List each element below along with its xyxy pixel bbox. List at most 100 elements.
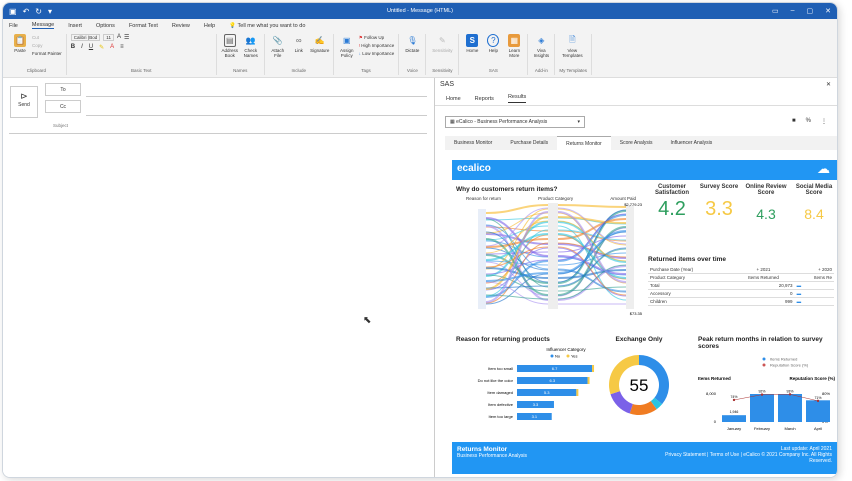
- ribbon-tab-options[interactable]: Options: [96, 23, 115, 29]
- ribbon-display-icon[interactable]: ▭: [772, 7, 779, 15]
- signature-button[interactable]: ✍ Signature: [310, 34, 329, 53]
- reason-bar-yes[interactable]: [576, 389, 579, 396]
- sas-tab-home[interactable]: Home: [446, 96, 461, 102]
- underline-icon[interactable]: U: [89, 44, 93, 51]
- report-tab-business-monitor[interactable]: Business Monitor: [445, 136, 501, 150]
- maximize-icon[interactable]: ▢: [807, 7, 814, 15]
- close-pane-icon[interactable]: ✕: [826, 81, 831, 88]
- table-header-row: Purchase Date (Year) + 2021 + 2020: [648, 266, 834, 274]
- left-axis-title: Items Returned: [698, 376, 731, 381]
- items-returned-header: Items Returned: [732, 273, 795, 282]
- bold-icon[interactable]: B: [71, 44, 75, 51]
- font-select[interactable]: Calibri (Bod: [70, 34, 101, 41]
- tell-me-search[interactable]: 💡 Tell me what you want to do: [229, 23, 305, 29]
- year-2021-header[interactable]: + 2021: [732, 266, 795, 274]
- sensitivity-button[interactable]: ✎ Sensitivity: [430, 34, 454, 53]
- dictate-button[interactable]: 🎙 Dictate: [403, 34, 421, 53]
- year-2020-header[interactable]: + 2020: [794, 266, 834, 274]
- link-button[interactable]: ∞ Link: [290, 34, 308, 53]
- attach-file-button[interactable]: 📎 Attach File: [269, 34, 287, 58]
- title-bar: ▣ ↶ ↻ ▾ Untitled - Message (HTML) ▭ – ▢ ✕: [3, 3, 837, 19]
- month-bar[interactable]: [806, 400, 830, 422]
- minimize-icon[interactable]: –: [791, 7, 795, 15]
- report-tab-returns-monitor[interactable]: Returns Monitor: [557, 136, 611, 150]
- to-input[interactable]: [86, 96, 427, 97]
- ribbon-tab-review[interactable]: Review: [172, 23, 190, 29]
- product-category-header[interactable]: Product Category: [648, 273, 733, 282]
- follow-up-button[interactable]: ⚑ Follow Up: [359, 34, 395, 42]
- low-importance-button[interactable]: ↓ Low Importance: [359, 50, 395, 58]
- high-importance-button[interactable]: ! High Importance: [359, 42, 395, 50]
- sas-tab-results[interactable]: Results: [507, 94, 527, 103]
- month-bar[interactable]: [722, 415, 746, 422]
- value-cell: 0: [732, 289, 795, 298]
- send-button[interactable]: ⊳ Send: [10, 86, 38, 118]
- category-cell[interactable]: Accessory: [648, 289, 733, 298]
- month-bar[interactable]: [750, 394, 774, 422]
- category-cell[interactable]: Total: [648, 281, 733, 290]
- y-tick-label: 0: [714, 419, 717, 424]
- viva-insights-button[interactable]: ◈ Viva Insights: [532, 34, 550, 58]
- format-painter-button[interactable]: Format Painter: [32, 50, 62, 58]
- category-node-bar: [548, 203, 558, 309]
- peak-chart: Items ReturnedReputation Score (%)Items …: [698, 357, 835, 432]
- sas-group: S Home ? Help ▦ Learn More SAS: [459, 34, 529, 75]
- sas-help-button[interactable]: ? Help: [484, 34, 502, 53]
- footer-links[interactable]: Privacy Statement | Terms of Use | eCali…: [642, 452, 832, 464]
- category-cell[interactable]: Children: [648, 297, 733, 306]
- month-bar[interactable]: [778, 394, 802, 422]
- ribbon: 📋 Paste Cut Copy Format Painter Clipboard C…: [3, 32, 837, 78]
- sas-home-button[interactable]: S Home: [463, 34, 481, 53]
- report-tab-influencer-analysis[interactable]: Influencer Analysis: [662, 136, 722, 150]
- mouse-cursor-icon: ⬉: [363, 315, 372, 326]
- assign-policy-button[interactable]: ▣ Assign Policy: [338, 34, 356, 58]
- check-names-button[interactable]: 👥 Check Names: [242, 34, 260, 58]
- down-arrow-icon: ↓: [358, 51, 362, 56]
- kpi-card: Survey Score 3.3: [695, 184, 743, 221]
- paste-button[interactable]: 📋 Paste: [11, 34, 29, 53]
- ribbon-tab-message[interactable]: Message: [31, 22, 55, 29]
- ribbon-tab-file[interactable]: File: [9, 23, 18, 29]
- address-book-button[interactable]: ▤ Address Book: [221, 34, 239, 58]
- ribbon-tab-help[interactable]: Help: [204, 23, 215, 29]
- italic-icon[interactable]: I: [81, 44, 83, 51]
- compose-pane: ⊳ Send To Cc Subject ⬉: [3, 78, 433, 477]
- templates-group: 🗎 View Templates My Templates: [555, 34, 593, 75]
- to-button[interactable]: To: [45, 83, 81, 96]
- grow-font-icon[interactable]: A: [117, 34, 121, 41]
- subject-input[interactable]: [9, 133, 427, 134]
- kpi-value: 4.2: [658, 198, 686, 220]
- cc-input[interactable]: [86, 115, 427, 116]
- align-icon[interactable]: ≡: [120, 44, 124, 51]
- kpi-value: 3.3: [705, 198, 733, 220]
- bar-value-label: 6.7: [552, 366, 558, 371]
- highlight-icon[interactable]: ✎: [99, 44, 104, 51]
- more-icon[interactable]: ⋮: [821, 118, 827, 125]
- close-icon[interactable]: ✕: [825, 7, 831, 15]
- report-tab-purchase-details[interactable]: Purchase Details: [501, 136, 557, 150]
- subject-label: Subject: [53, 123, 69, 128]
- copy-button[interactable]: Copy: [32, 42, 62, 50]
- learn-more-button[interactable]: ▦ Learn More: [505, 34, 523, 58]
- y2-tick-label: 80%: [822, 391, 830, 396]
- stop-icon[interactable]: ■: [792, 118, 796, 125]
- report-select[interactable]: ▦ eCalico - Business Performance Analysi…: [445, 116, 585, 128]
- purchase-date-header[interactable]: Purchase Date (Year): [648, 266, 733, 274]
- bullets-icon[interactable]: ☰: [124, 34, 129, 41]
- reason-bar-yes[interactable]: [587, 377, 590, 384]
- include-group: 📎 Attach File ∞ Link ✍ Signature Include: [265, 34, 334, 75]
- viva-icon: ◈: [538, 36, 545, 45]
- returned-over-time: Returned items over time Purchase Date (…: [648, 256, 834, 306]
- cut-button[interactable]: Cut: [32, 34, 62, 42]
- month-label: February: [754, 426, 770, 431]
- ribbon-tab-format-text[interactable]: Format Text: [129, 23, 158, 29]
- ribbon-tab-insert[interactable]: Insert: [68, 23, 82, 29]
- reason-bar-yes[interactable]: [592, 365, 595, 372]
- link-icon[interactable]: %: [806, 118, 811, 125]
- font-size-select[interactable]: 11: [103, 34, 114, 41]
- sas-tab-reports[interactable]: Reports: [475, 96, 494, 102]
- view-templates-button[interactable]: 🗎 View Templates: [559, 34, 585, 59]
- font-color-icon[interactable]: A: [110, 44, 114, 51]
- cc-button[interactable]: Cc: [45, 100, 81, 113]
- report-tab-score-analysis[interactable]: Score Analysis: [611, 136, 662, 150]
